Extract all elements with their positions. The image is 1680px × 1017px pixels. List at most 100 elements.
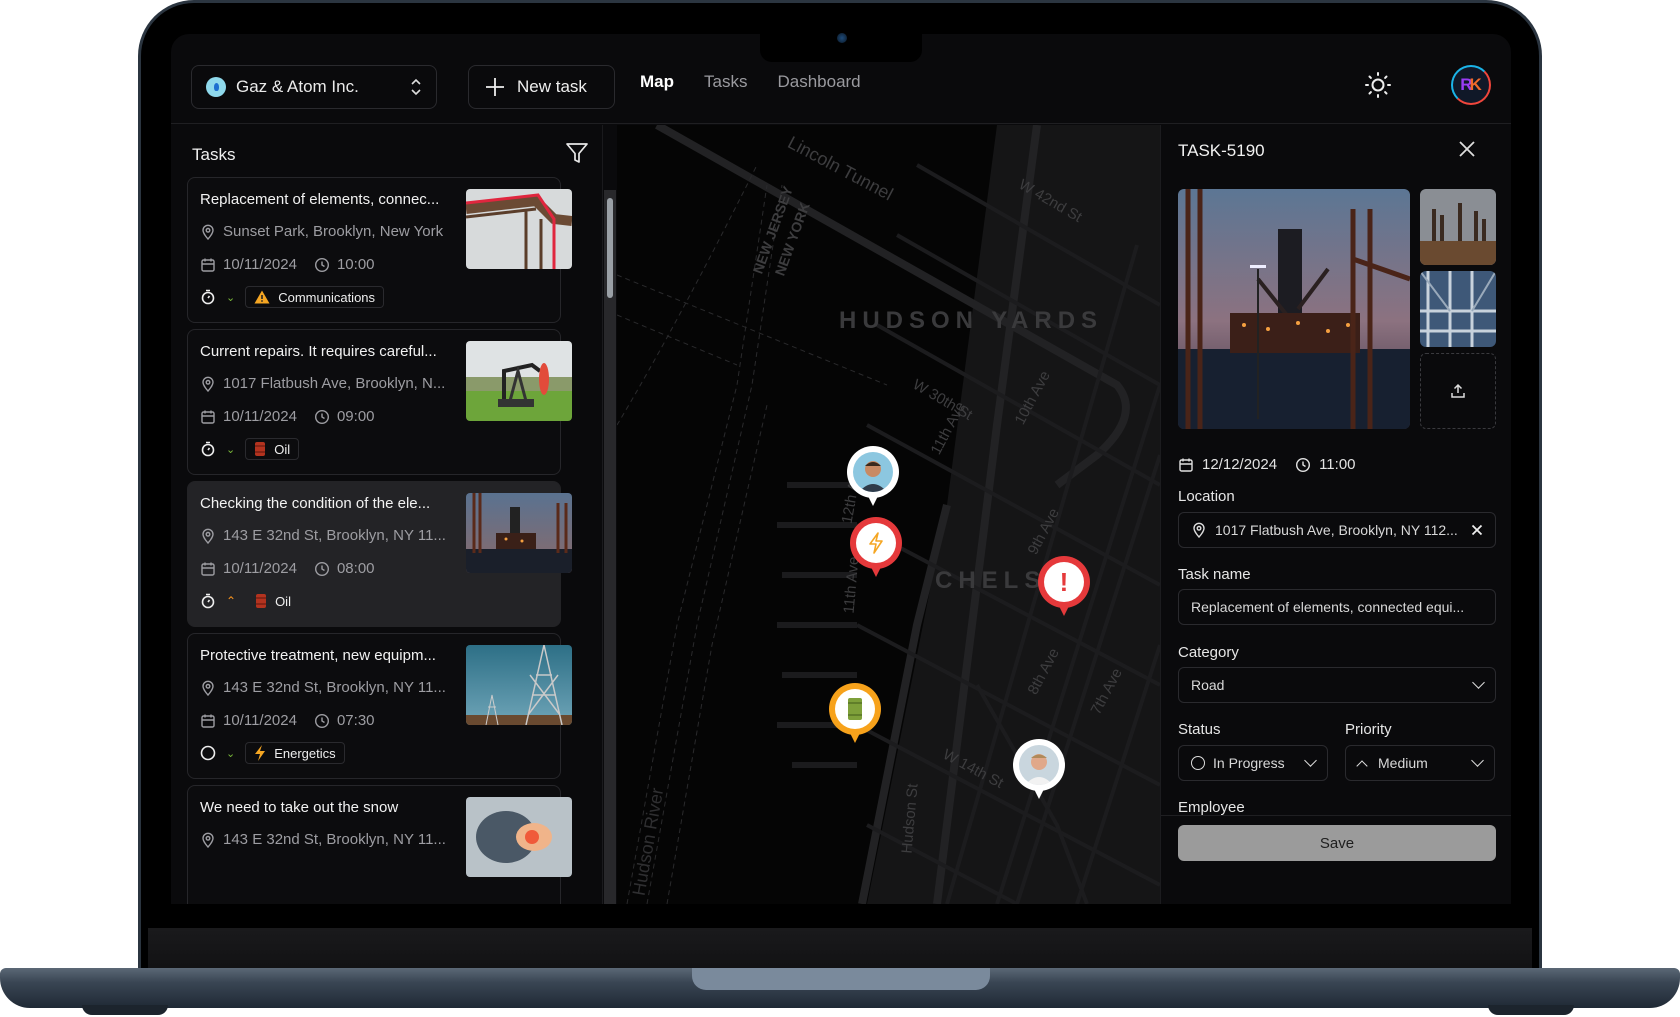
task-title: Replacement of elements, connec... (200, 191, 440, 208)
theme-toggle-button[interactable] (1363, 70, 1393, 100)
upload-icon (1451, 383, 1465, 398)
organization-name: Gaz & Atom Inc. (236, 77, 359, 96)
chevron-down-icon (1471, 754, 1484, 767)
task-list-scrollbar[interactable] (604, 190, 616, 904)
clock-icon (314, 713, 329, 728)
priority-low-chevron-icon: ⌄ (226, 291, 236, 304)
status-label: Status (1178, 721, 1221, 738)
laptop-opening-notch (692, 968, 990, 990)
organization-select[interactable]: Gaz & Atom Inc. (191, 65, 437, 109)
calendar-icon (201, 562, 215, 576)
task-name-value: Replacement of elements, connected equi.… (1191, 599, 1465, 615)
map-pin-energetics[interactable] (850, 517, 902, 579)
location-pin-icon (202, 528, 214, 544)
nav-tab-tasks[interactable]: Tasks (704, 72, 747, 92)
exclamation-icon: ! (1044, 562, 1084, 602)
task-thumbnail (466, 493, 572, 573)
task-card[interactable]: We need to take out the snow 143 E 32nd … (187, 785, 572, 904)
circle-status-icon (200, 745, 216, 761)
task-time: 07:30 (336, 712, 375, 729)
status-circle-icon (1191, 756, 1205, 770)
task-title: We need to take out the snow (200, 799, 399, 816)
calendar-icon (201, 714, 215, 728)
organization-logo-icon (206, 77, 226, 97)
task-title: Current repairs. It requires careful... (200, 343, 437, 360)
laptop-foot (1488, 1005, 1574, 1015)
camera-icon (837, 33, 847, 43)
app-screen: Gaz & Atom Inc. New task Map Tasks Dashb… (171, 34, 1511, 904)
map-pin-alert[interactable]: ! (1038, 556, 1090, 618)
status-select[interactable]: In Progress (1178, 745, 1328, 781)
task-card[interactable]: Protective treatment, new equipm... 143 … (187, 633, 572, 779)
nav-tab-map[interactable]: Map (640, 72, 674, 92)
task-datetime: 10/11/2024 08:00 (200, 560, 375, 577)
lightning-icon (255, 745, 266, 761)
filter-button[interactable] (564, 140, 590, 166)
task-time: 11:00 (1319, 456, 1356, 473)
timer-icon (201, 289, 215, 305)
task-address: 143 E 32nd St, Brooklyn, NY 11... (200, 679, 465, 696)
task-card[interactable]: Current repairs. It requires careful... … (187, 329, 572, 475)
category-tag: Oil (246, 590, 300, 612)
employee-avatar-icon (1019, 745, 1059, 785)
map-pin-employee[interactable] (1013, 739, 1065, 801)
task-name-input[interactable]: Replacement of elements, connected equi.… (1178, 589, 1496, 625)
location-pin-icon (202, 376, 214, 392)
nav-tab-dashboard[interactable]: Dashboard (777, 72, 860, 92)
location-pin-icon (1193, 522, 1205, 538)
category-tag: Communications (245, 286, 385, 308)
new-task-button[interactable]: New task (468, 65, 615, 109)
timer-icon (201, 441, 215, 457)
user-avatar[interactable]: RK (1451, 65, 1491, 105)
category-tag: Oil (245, 438, 300, 460)
priority-label: Priority (1345, 721, 1392, 738)
plus-icon (485, 77, 505, 97)
location-input[interactable]: 1017 Flatbush Ave, Brooklyn, NY 112... (1178, 512, 1496, 548)
task-card[interactable]: Replacement of elements, connec... Sunse… (187, 177, 572, 323)
lightning-icon (856, 523, 896, 563)
map-view[interactable]: Lincoln Tunnel W 42nd St NEW JERSEY NEW … (617, 125, 1160, 904)
task-datetime: 12/12/2024 11:00 (1178, 456, 1356, 473)
task-address-text: Sunset Park, Brooklyn, New York (223, 223, 444, 240)
map-pin-oil[interactable] (829, 683, 881, 745)
category-select[interactable]: Road (1178, 667, 1496, 703)
employee-avatar-icon (853, 452, 893, 492)
calendar-icon (201, 410, 215, 424)
chevron-down-icon (1304, 754, 1317, 767)
save-button[interactable]: Save (1178, 825, 1496, 861)
priority-value: Medium (1378, 755, 1428, 771)
task-time: 10:00 (336, 256, 375, 273)
task-datetime: 10/11/2024 09:00 (200, 408, 375, 425)
location-label: Location (1178, 488, 1235, 505)
task-card-selected[interactable]: Checking the condition of the ele... 143… (187, 481, 572, 627)
category-label: Communications (278, 289, 376, 305)
task-photo-main[interactable] (1178, 189, 1410, 429)
task-address: Sunset Park, Brooklyn, New York (200, 223, 465, 240)
chevron-up-down-icon (410, 78, 422, 96)
task-detail-panel: TASK-5190 12/12/2024 11:00 Location 1017… (1160, 125, 1511, 904)
task-photo-thumb[interactable] (1420, 189, 1496, 265)
scrollbar-thumb[interactable] (607, 198, 613, 298)
category-tag: Energetics (245, 742, 345, 764)
task-tags: ⌃ Oil (200, 590, 300, 612)
task-address: 1017 Flatbush Ave, Brooklyn, N... (200, 375, 465, 392)
category-label: Oil (275, 593, 291, 609)
close-button[interactable] (1457, 139, 1477, 159)
priority-select[interactable]: Medium (1345, 745, 1495, 781)
task-address-text: 143 E 32nd St, Brooklyn, NY 11... (223, 527, 446, 544)
map-pin-employee[interactable] (847, 446, 899, 508)
task-photo-thumb[interactable] (1420, 271, 1496, 347)
task-date: 10/11/2024 (223, 408, 297, 425)
calendar-icon (201, 258, 215, 272)
task-datetime: 10/11/2024 10:00 (200, 256, 375, 273)
task-thumbnail (466, 189, 572, 269)
task-title: Checking the condition of the ele... (200, 495, 431, 512)
clear-location-icon[interactable] (1471, 524, 1483, 536)
priority-low-chevron-icon: ⌄ (226, 443, 236, 456)
tasks-panel: Tasks Replacement of elements, connec...… (171, 125, 616, 904)
category-label: Oil (274, 441, 291, 457)
upload-photo-button[interactable] (1420, 353, 1496, 429)
task-address: 143 E 32nd St, Brooklyn, NY 11... (200, 831, 465, 848)
task-address: 143 E 32nd St, Brooklyn, NY 11... (200, 527, 465, 544)
location-value: 1017 Flatbush Ave, Brooklyn, NY 112... (1215, 522, 1458, 538)
